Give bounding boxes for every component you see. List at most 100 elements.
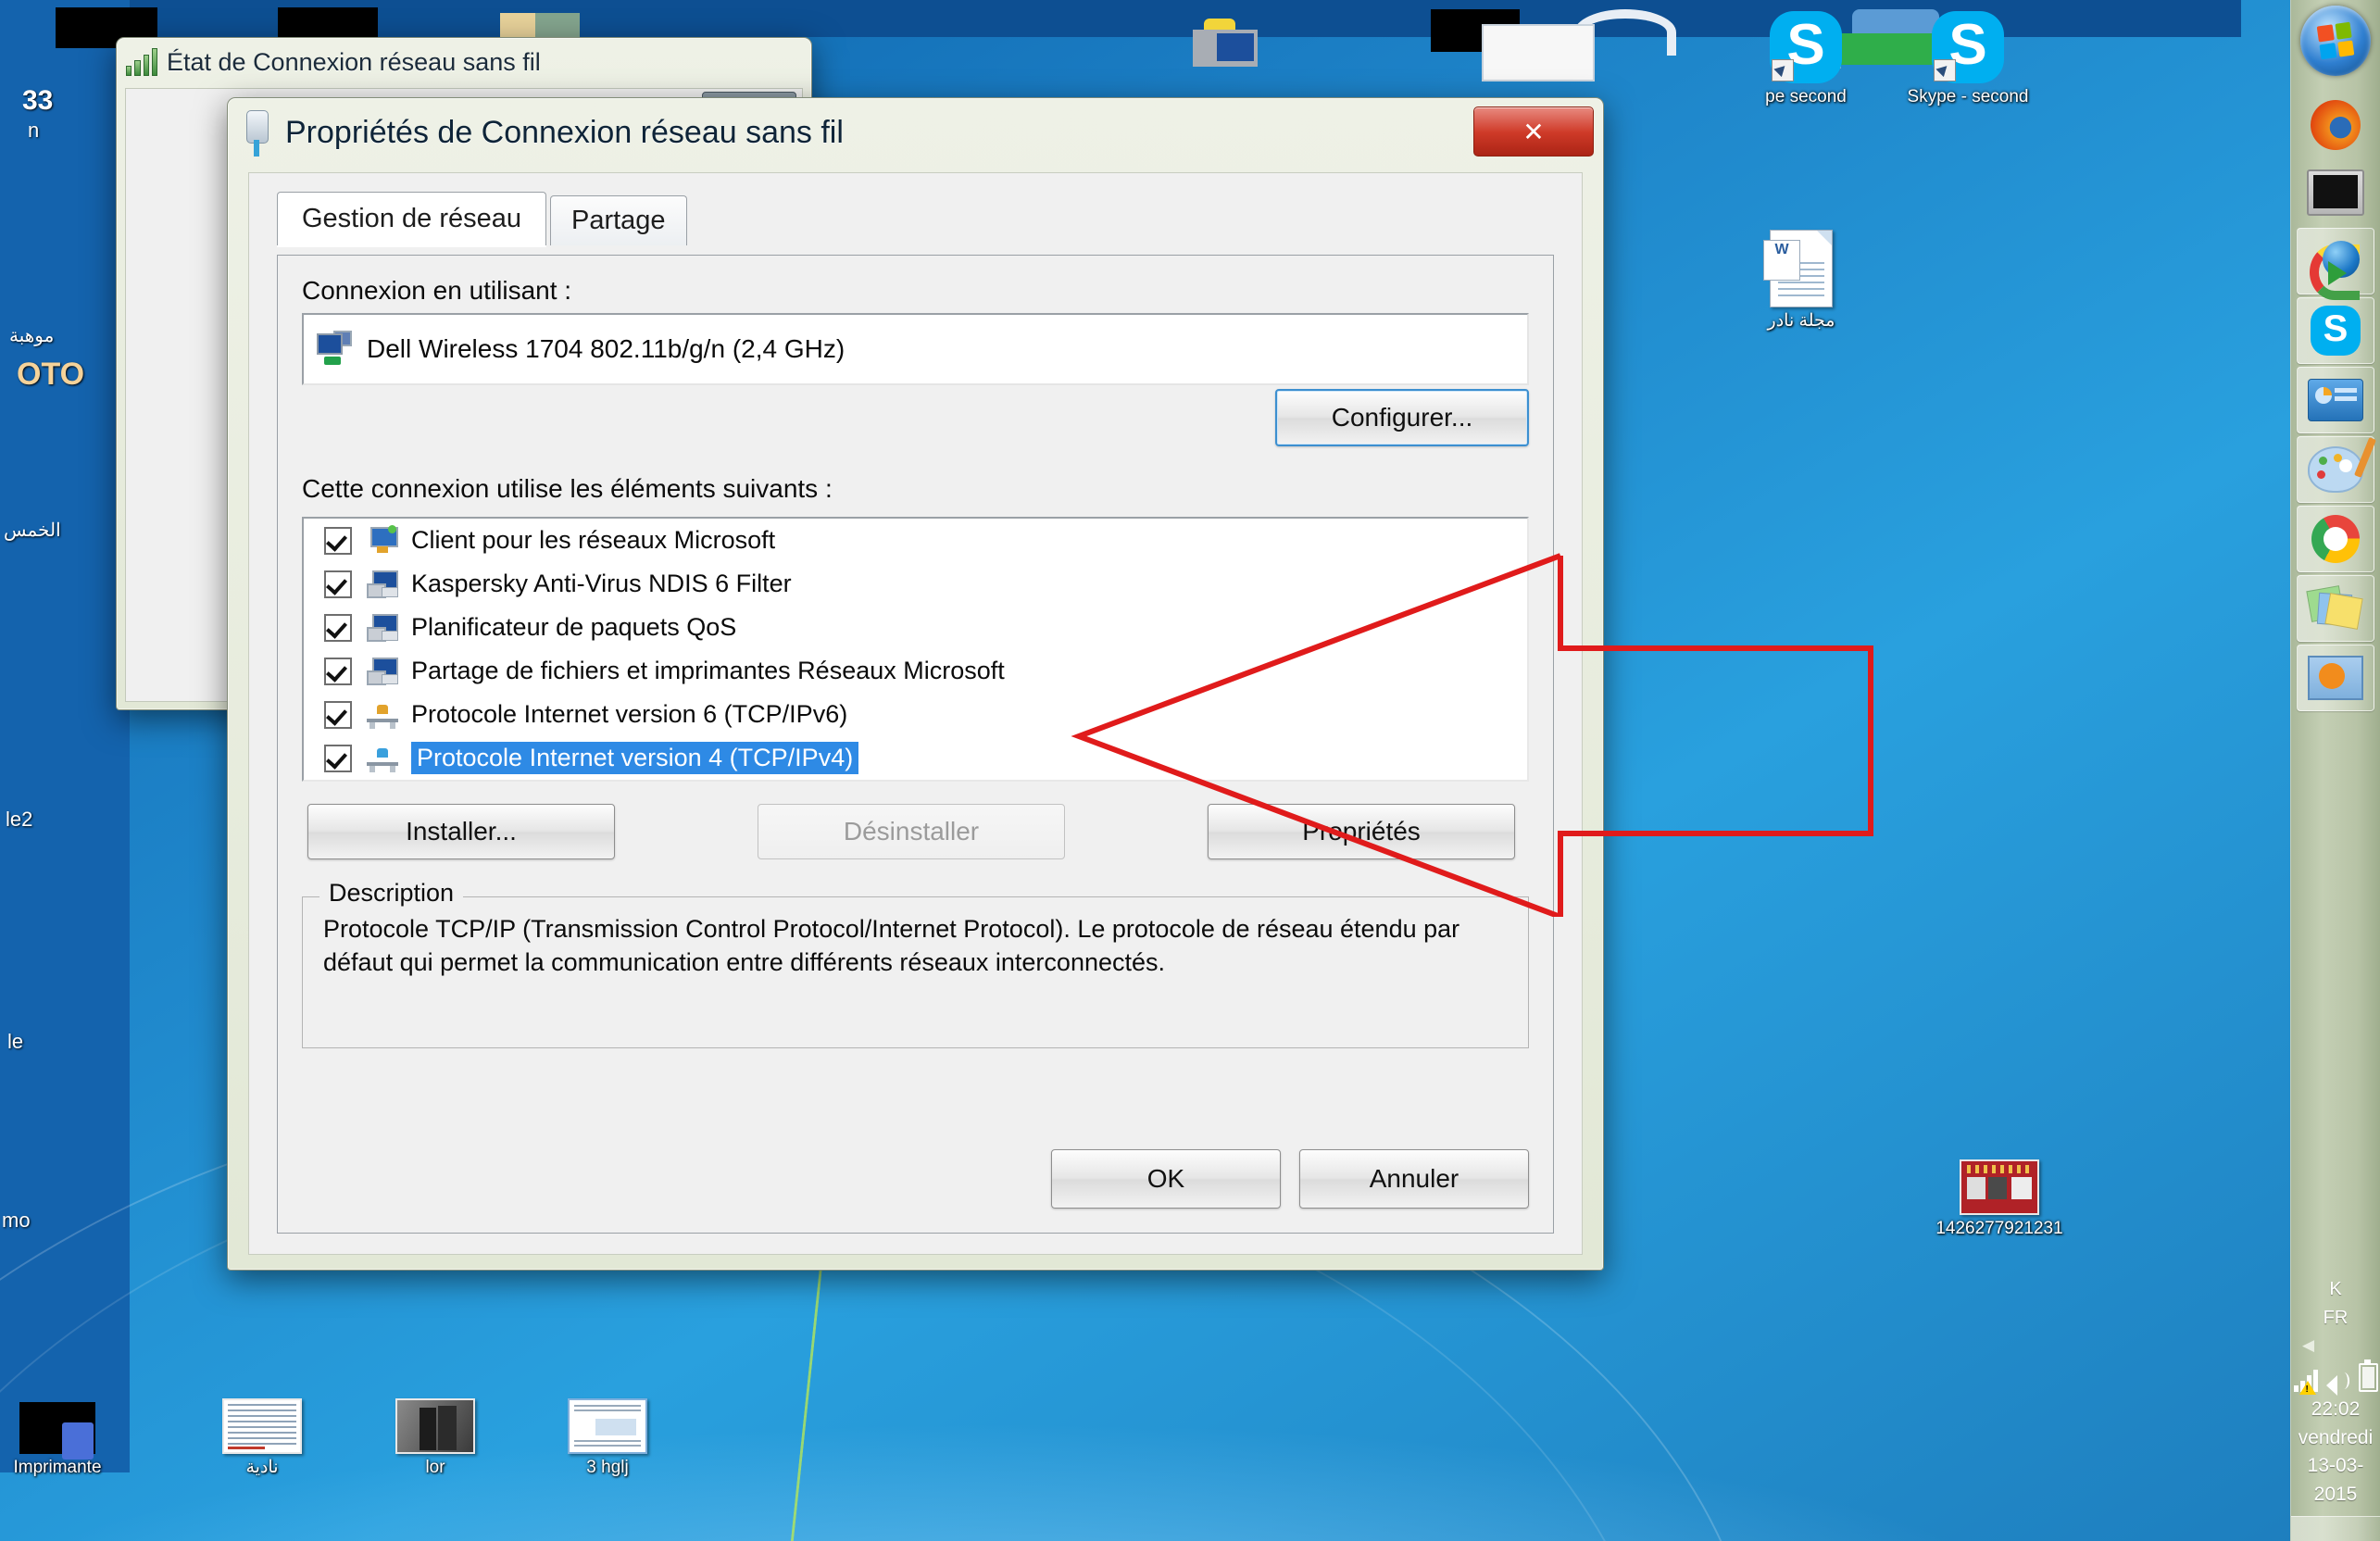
list-item[interactable]: Partage de fichiers et imprimantes Résea… bbox=[304, 649, 1527, 693]
keyboard-indicator[interactable]: K bbox=[2291, 1279, 2380, 1300]
taskbar-item-media-player[interactable] bbox=[2297, 645, 2374, 711]
desktop-clipped-label-le: le bbox=[7, 1030, 24, 1053]
tab-gestion-de-reseau[interactable]: Gestion de réseau bbox=[277, 192, 546, 245]
desktop-clipped-label-n: n bbox=[28, 119, 40, 142]
titlebar[interactable]: État de Connexion réseau sans fil bbox=[117, 38, 811, 86]
desktop-icon-image-1426277921231[interactable]: 1426277921231 bbox=[1902, 1137, 2097, 1239]
start-button[interactable] bbox=[2300, 6, 2371, 76]
tab-partage[interactable]: Partage bbox=[549, 195, 687, 245]
desktop-icon-label: Skype - second bbox=[1907, 87, 2029, 106]
protocol-icon bbox=[367, 745, 398, 772]
dialog-proprietes-connexion[interactable]: Propriétés de Connexion réseau sans fil … bbox=[227, 97, 1604, 1271]
taskbar-item-skype[interactable]: S bbox=[2297, 297, 2374, 364]
document-thumbnail-icon bbox=[197, 1376, 327, 1454]
desktop-icon-label: pe second bbox=[1765, 87, 1847, 106]
list-item[interactable]: Pilote E/S Mappage de découverte de couc… bbox=[304, 780, 1527, 782]
monitor-icon bbox=[2307, 169, 2364, 216]
clock-time: 22:02 bbox=[2311, 1398, 2361, 1421]
dialog-pane: Gestion de réseau Partage Connexion en u… bbox=[248, 172, 1583, 1255]
list-item-label: Partage de fichiers et imprimantes Résea… bbox=[411, 657, 1005, 684]
taskbar[interactable]: S b K FR ◀ 22:02 vendredi 13-03-2015 bbox=[2290, 0, 2380, 1541]
checkbox[interactable] bbox=[324, 700, 352, 729]
list-item[interactable]: Kaspersky Anti-Virus NDIS 6 Filter bbox=[304, 562, 1527, 606]
desktop-icon-label: مجلة نادر bbox=[1767, 311, 1835, 331]
adapter-field[interactable]: Dell Wireless 1704 802.11b/g/n (2,4 GHz) bbox=[302, 313, 1529, 385]
taskbar-item-control-panel[interactable] bbox=[2297, 367, 2374, 433]
checkbox[interactable] bbox=[324, 570, 352, 598]
list-item[interactable]: Client pour les réseaux Microsoft bbox=[304, 519, 1527, 562]
list-item-selected[interactable]: Protocole Internet version 4 (TCP/IPv4) bbox=[304, 736, 1527, 780]
cancel-button[interactable]: Annuler bbox=[1299, 1149, 1529, 1209]
paint-icon bbox=[2308, 437, 2376, 493]
list-item[interactable]: Protocole Internet version 6 (TCP/IPv6) bbox=[304, 693, 1527, 736]
service-icon bbox=[367, 613, 398, 642]
word-document-icon: W bbox=[1736, 230, 1866, 307]
image-thumbnail-icon bbox=[1902, 1137, 2097, 1215]
desktop-icon-label: 1426277921231 bbox=[1935, 1219, 2063, 1238]
proprietes-button[interactable]: Propriétés bbox=[1208, 804, 1515, 859]
taskbar-item-firefox[interactable] bbox=[2298, 93, 2374, 157]
media-player-icon bbox=[2308, 656, 2363, 700]
desktop-icon-cut-computer[interactable] bbox=[1176, 15, 1278, 67]
configurer-button[interactable]: Configurer... bbox=[1275, 389, 1529, 446]
list-item-label: Protocole Internet version 4 (TCP/IPv4) bbox=[411, 742, 859, 774]
taskbar-item-sticky-notes[interactable] bbox=[2297, 575, 2374, 642]
adapter-icon bbox=[317, 331, 352, 365]
skype-icon: S bbox=[2311, 306, 2361, 356]
checkbox[interactable] bbox=[324, 657, 352, 685]
window-title: État de Connexion réseau sans fil bbox=[167, 47, 541, 76]
ok-button[interactable]: OK bbox=[1051, 1149, 1281, 1209]
desktop-clipped-label-mo: mo bbox=[2, 1209, 31, 1232]
taskbar-item-idm[interactable] bbox=[2297, 228, 2374, 300]
desktop-icon-skype-second-partial[interactable]: S pe second bbox=[1741, 6, 1871, 107]
connexion-label: Connexion en utilisant : bbox=[302, 276, 572, 305]
document-thumbnail-icon bbox=[543, 1376, 672, 1454]
desktop-clipped-label-le2: le2 bbox=[6, 808, 33, 831]
shortcut-arrow-icon bbox=[1934, 59, 1956, 81]
service-icon bbox=[367, 657, 398, 685]
battery-icon[interactable] bbox=[2358, 1359, 2378, 1393]
list-item-label: Kaspersky Anti-Virus NDIS 6 Filter bbox=[411, 570, 792, 597]
show-desktop-button[interactable] bbox=[2291, 1516, 2380, 1541]
list-item[interactable]: Planificateur de paquets QoS bbox=[304, 606, 1527, 649]
volume-icon[interactable] bbox=[2325, 1370, 2350, 1397]
desinstaller-button: Désinstaller bbox=[758, 804, 1065, 859]
description-title: Description bbox=[319, 879, 464, 908]
chevron-left-icon[interactable]: ◀ bbox=[2302, 1336, 2380, 1355]
desktop-icon-cut-white-doc[interactable] bbox=[1482, 24, 1595, 81]
description-group: Description Protocole TCP/IP (Transmissi… bbox=[302, 879, 1529, 1048]
dialog-titlebar[interactable]: Propriétés de Connexion réseau sans fil … bbox=[228, 98, 1603, 167]
tab-bar: Gestion de réseau Partage bbox=[277, 192, 691, 245]
desktop-icon-3hglj[interactable]: 3 hglj bbox=[543, 1376, 672, 1478]
taskbar-item-paint[interactable] bbox=[2297, 436, 2376, 503]
checkbox[interactable] bbox=[324, 613, 352, 642]
system-tray[interactable]: K FR ◀ 22:02 vendredi 13-03-2015 bbox=[2291, 1272, 2380, 1541]
elements-label: Cette connexion utilise les éléments sui… bbox=[302, 474, 833, 503]
desktop-icon-label: Imprimante bbox=[13, 1458, 102, 1477]
windows-logo-icon bbox=[2316, 21, 2355, 60]
adapter-name: Dell Wireless 1704 802.11b/g/n (2,4 GHz) bbox=[367, 334, 846, 363]
tray-icons[interactable] bbox=[2291, 1359, 2380, 1397]
taskbar-item-system-monitor[interactable] bbox=[2298, 160, 2374, 225]
desktop-clipped-label-ar1: موهبة bbox=[9, 326, 55, 346]
network-items-listbox[interactable]: Client pour les réseaux Microsoft Kasper… bbox=[302, 517, 1529, 782]
clock[interactable]: 22:02 vendredi 13-03-2015 bbox=[2291, 1396, 2380, 1516]
desktop-icon-label: lor bbox=[425, 1458, 445, 1477]
desktop-icon-nadia[interactable]: نادية bbox=[197, 1376, 327, 1478]
desktop-icon-skype-second[interactable]: S Skype - second bbox=[1903, 6, 2033, 107]
checkbox[interactable] bbox=[324, 526, 352, 555]
desktop-icon-lor[interactable]: lor bbox=[370, 1376, 500, 1478]
desktop-icon-imprimante[interactable]: ᗡ Imprimante bbox=[0, 1376, 122, 1478]
network-warning-icon[interactable] bbox=[2293, 1370, 2318, 1396]
taskbar-item-chrome[interactable]: b bbox=[2297, 506, 2374, 572]
language-indicator[interactable]: FR bbox=[2291, 1308, 2380, 1329]
desktop-clipped-label-ar2: الخمس bbox=[4, 520, 61, 541]
checkbox[interactable] bbox=[324, 744, 352, 772]
desktop-icon-word-doc[interactable]: W مجلة نادر bbox=[1736, 230, 1866, 332]
installer-button[interactable]: Installer... bbox=[307, 804, 615, 859]
tab-panel-gestion-de-reseau: Connexion en utilisant : Dell Wireless 1… bbox=[277, 255, 1554, 1234]
shortcut-arrow-icon bbox=[1772, 59, 1794, 81]
dialog-title: Propriétés de Connexion réseau sans fil bbox=[285, 114, 844, 150]
list-item-label: Planificateur de paquets QoS bbox=[411, 613, 737, 641]
close-icon[interactable]: ✕ bbox=[1473, 106, 1594, 157]
